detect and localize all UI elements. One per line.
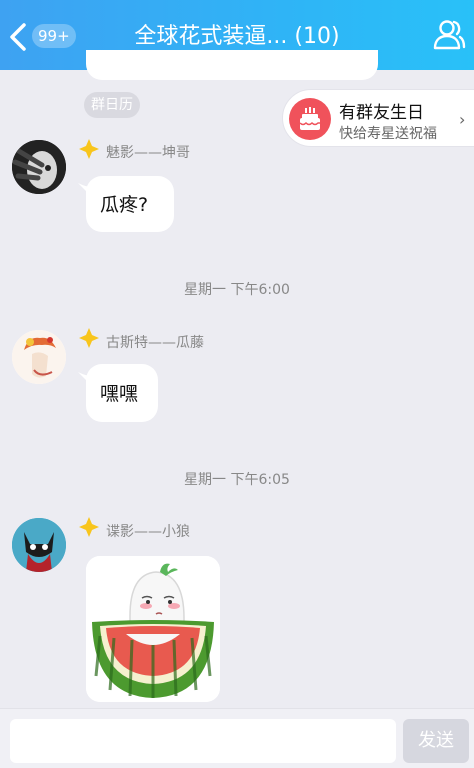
- group-members-button[interactable]: [432, 17, 466, 51]
- send-button[interactable]: 发送: [403, 719, 469, 763]
- member-rank-star-icon: [78, 327, 100, 349]
- birthday-cake-icon: [289, 98, 331, 140]
- timestamp: 星期一 下午6:05: [184, 472, 290, 488]
- watermelon-ghost-sticker[interactable]: [86, 556, 220, 702]
- back-button[interactable]: [8, 22, 28, 52]
- previous-message-bubble: [86, 50, 378, 80]
- member-rank-star-icon: [78, 138, 100, 160]
- avatar-sender-3[interactable]: [12, 518, 66, 572]
- chat-title: 全球花式装逼... (10): [134, 24, 340, 49]
- group-members-icon: [433, 20, 466, 50]
- birthday-title: 有群友生日: [339, 103, 424, 123]
- timestamp: 星期一 下午6:00: [184, 282, 290, 298]
- birthday-banner[interactable]: 有群友生日 快给寿星送祝福 ›: [282, 89, 474, 147]
- sender-name: 古斯特——瓜藤: [106, 335, 204, 351]
- back-arrow-icon: [10, 23, 26, 51]
- avatar-sender-1[interactable]: [12, 140, 66, 194]
- input-bar: 发送: [0, 708, 474, 768]
- unread-badge[interactable]: 99+: [32, 24, 76, 48]
- avatar-sender-2[interactable]: [12, 330, 66, 384]
- chevron-right-icon: ›: [459, 110, 466, 129]
- group-calendar-chip[interactable]: 群日历: [84, 92, 140, 118]
- message-input[interactable]: [10, 719, 396, 763]
- sender-name: 魅影——坤哥: [106, 145, 190, 161]
- sender-name: 谍影——小狼: [106, 524, 190, 540]
- member-rank-star-icon: [78, 516, 100, 538]
- message-bubble[interactable]: 嘿嘿: [86, 364, 158, 422]
- birthday-subtitle: 快给寿星送祝福: [339, 126, 437, 142]
- message-bubble[interactable]: 瓜疼?: [86, 176, 174, 232]
